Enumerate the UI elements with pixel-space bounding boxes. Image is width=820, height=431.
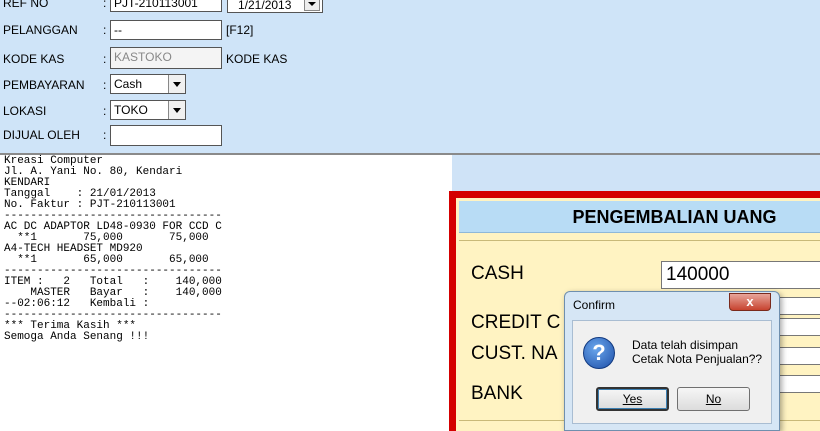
chevron-down-icon[interactable] [168,101,185,119]
close-icon[interactable]: x [729,293,771,311]
refund-title: PENGEMBALIAN UANG [459,201,820,233]
cash-input[interactable]: 140000 [661,261,820,289]
date-picker[interactable]: 1/21/2013 [227,0,323,13]
ref-no-label: REF NO [3,0,49,10]
dialog-message-line2: Cetak Nota Penjualan?? [632,352,763,366]
pelanggan-field[interactable]: -- [110,20,222,40]
date-value: 1/21/2013 [238,0,292,12]
customer-name-label: CUST. NA [471,343,558,364]
lokasi-select[interactable]: TOKO [110,100,186,120]
colon: : [103,52,107,66]
pembayaran-label: PEMBAYARAN [3,78,85,92]
lokasi-value: TOKO [114,103,148,117]
no-button[interactable]: No [677,387,750,411]
cash-label: CASH [471,263,524,284]
yes-button-label: Yes [622,392,643,406]
pelanggan-label: PELANGGAN [3,23,78,37]
colon: : [103,104,107,118]
chevron-down-icon[interactable] [168,75,185,93]
pelanggan-shortcut-hint: [F12] [226,23,254,37]
kode-kas-label: KODE KAS [3,52,65,66]
lokasi-label: LOKASI [3,104,47,118]
receipt-text: Kreasi Computer Jl. A. Yani No. 80, Kend… [4,155,222,343]
question-icon: ? [583,337,615,369]
colon: : [103,78,107,92]
colon: : [103,0,107,10]
yes-button[interactable]: Yes [596,387,669,411]
divider [459,240,820,241]
dijual-oleh-field[interactable] [110,125,222,146]
bank-field[interactable] [775,375,820,393]
receipt-preview: Kreasi Computer Jl. A. Yani No. 80, Kend… [0,155,452,431]
colon: : [103,128,107,142]
sales-form: REF NO : PJT-210113001 1/21/2013 PELANGG… [0,0,820,154]
credit-card-field[interactable] [775,297,820,315]
date-dropdown-icon[interactable] [304,0,320,11]
colon: : [103,23,107,37]
customer-name-field[interactable] [775,347,820,365]
dialog-message-line1: Data telah disimpan [632,338,739,352]
pembayaran-select[interactable]: Cash [110,74,186,94]
credit-card-number-field[interactable] [775,318,820,336]
bank-label: BANK [471,383,523,404]
ref-no-field[interactable]: PJT-210113001 [110,0,222,12]
no-button-label: No [705,392,722,406]
kode-kas-field[interactable]: KASTOKO [110,47,222,69]
credit-card-label: CREDIT C [471,312,561,333]
kode-kas-name: KODE KAS [226,52,288,66]
dijual-oleh-label: DIJUAL OLEH [3,128,80,142]
dialog-title: Confirm [573,298,616,312]
pembayaran-value: Cash [114,77,143,91]
